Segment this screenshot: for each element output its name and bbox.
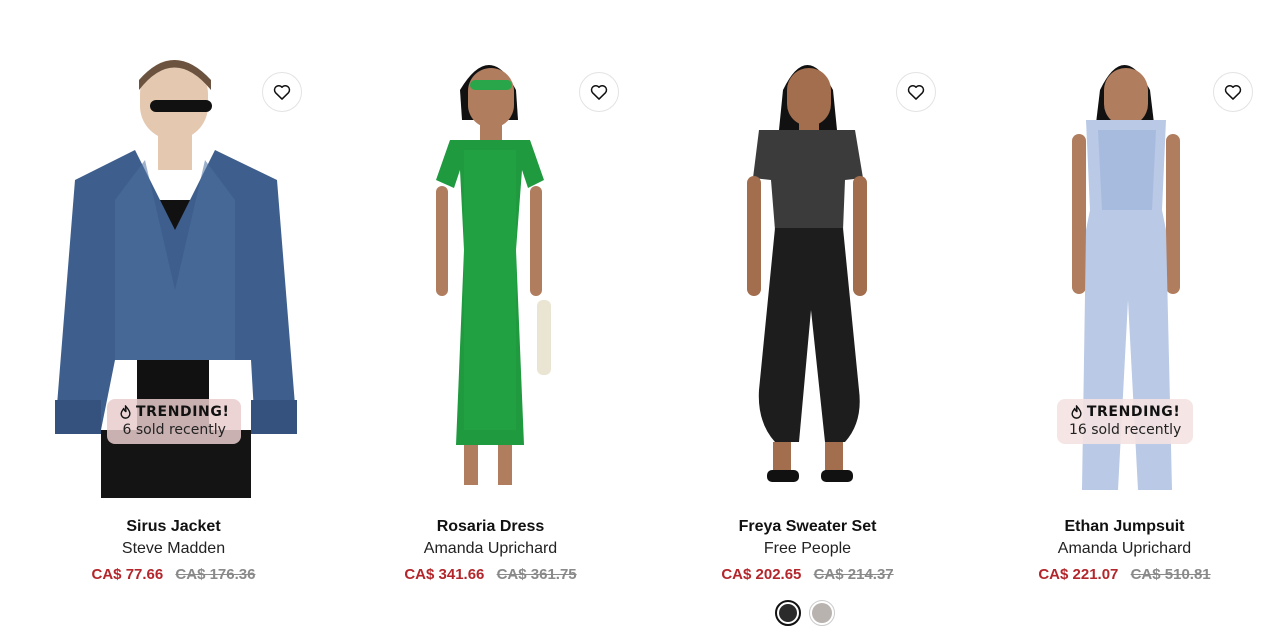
trending-badge: TRENDING! 16 sold recently <box>1057 399 1194 444</box>
product-name[interactable]: Sirus Jacket <box>15 516 332 538</box>
product-image[interactable] <box>649 50 966 498</box>
sale-price: CA$ 221.07 <box>1038 566 1119 583</box>
heart-outline-icon <box>273 84 291 100</box>
product-card[interactable]: TRENDING! 6 sold recently Sirus Jacket S… <box>15 0 332 638</box>
swatch-grey[interactable] <box>809 600 835 626</box>
badge-subtitle: 16 sold recently <box>1069 422 1182 438</box>
product-info: Ethan Jumpsuit Amanda Uprichard CA$ 221.… <box>966 516 1277 586</box>
product-info: Freya Sweater Set Free People CA$ 202.65… <box>649 516 966 586</box>
heart-outline-icon <box>1224 84 1242 100</box>
price-row: CA$ 341.66 CA$ 361.75 <box>332 564 649 586</box>
product-info: Sirus Jacket Steve Madden CA$ 77.66 CA$ … <box>15 516 332 586</box>
sale-price: CA$ 341.66 <box>404 566 485 583</box>
wishlist-button[interactable] <box>579 72 619 112</box>
product-brand[interactable]: Amanda Uprichard <box>332 538 649 560</box>
heart-outline-icon <box>590 84 608 100</box>
sale-price: CA$ 77.66 <box>91 566 164 583</box>
product-card[interactable]: Rosaria Dress Amanda Uprichard CA$ 341.6… <box>332 0 649 638</box>
product-brand[interactable]: Steve Madden <box>15 538 332 560</box>
product-brand[interactable]: Free People <box>649 538 966 560</box>
product-photo-sweater-set <box>747 65 867 482</box>
product-name[interactable]: Freya Sweater Set <box>649 516 966 538</box>
product-image[interactable] <box>332 50 649 498</box>
product-photo-green-dress <box>436 65 551 485</box>
price-row: CA$ 77.66 CA$ 176.36 <box>15 564 332 586</box>
original-price: CA$ 176.36 <box>175 566 256 583</box>
product-brand[interactable]: Amanda Uprichard <box>966 538 1277 560</box>
product-name[interactable]: Ethan Jumpsuit <box>966 516 1277 538</box>
heart-outline-icon <box>907 84 925 100</box>
color-swatches <box>775 600 835 626</box>
badge-title: TRENDING! <box>1086 404 1181 420</box>
wishlist-button[interactable] <box>1213 72 1253 112</box>
original-price: CA$ 214.37 <box>813 566 894 583</box>
wishlist-button[interactable] <box>262 72 302 112</box>
product-card[interactable]: Freya Sweater Set Free People CA$ 202.65… <box>649 0 966 638</box>
wishlist-button[interactable] <box>896 72 936 112</box>
price-row: CA$ 221.07 CA$ 510.81 <box>966 564 1277 586</box>
flame-icon <box>1071 405 1082 419</box>
price-row: CA$ 202.65 CA$ 214.37 <box>649 564 966 586</box>
product-card[interactable]: TRENDING! 16 sold recently Ethan Jumpsui… <box>966 0 1277 638</box>
flame-icon <box>120 405 131 419</box>
badge-title: TRENDING! <box>136 404 230 420</box>
original-price: CA$ 361.75 <box>496 566 577 583</box>
original-price: CA$ 510.81 <box>1130 566 1211 583</box>
sale-price: CA$ 202.65 <box>721 566 802 583</box>
product-grid: TRENDING! 6 sold recently Sirus Jacket S… <box>0 0 1277 638</box>
product-name[interactable]: Rosaria Dress <box>332 516 649 538</box>
product-info: Rosaria Dress Amanda Uprichard CA$ 341.6… <box>332 516 649 586</box>
badge-subtitle: 6 sold recently <box>122 422 226 438</box>
swatch-charcoal[interactable] <box>775 600 801 626</box>
trending-badge: TRENDING! 6 sold recently <box>107 399 242 444</box>
